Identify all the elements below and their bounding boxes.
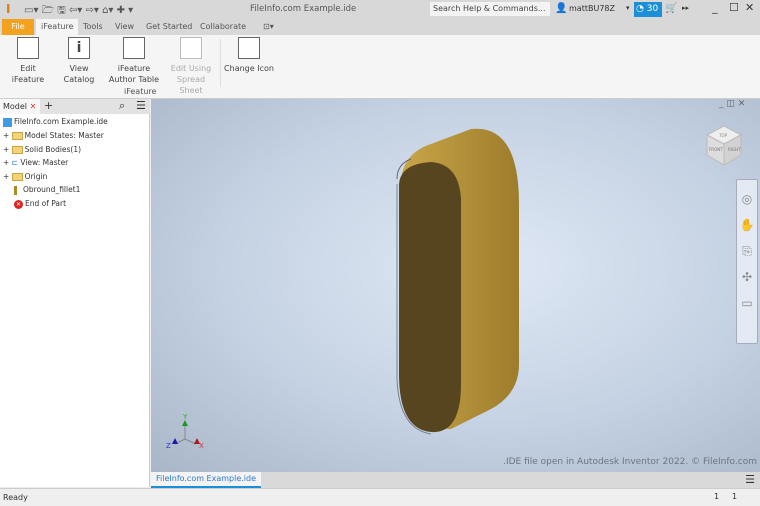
folder-icon: [11, 132, 23, 140]
tree-root[interactable]: FileInfo.com Example.ide: [3, 115, 108, 128]
change-icon-icon: [238, 37, 260, 59]
viewcube[interactable]: TOP FRONT RIGHT: [699, 121, 749, 171]
label: Obround_fillet1: [23, 185, 81, 194]
tree-item[interactable]: + Solid Bodies(1): [3, 143, 81, 156]
tab-get-started[interactable]: Get Started: [141, 19, 197, 35]
label: Edit Using Spread Sheet: [170, 64, 212, 95]
tab-ifeature[interactable]: iFeature: [36, 19, 79, 35]
edit-ifeature-icon: [17, 37, 39, 59]
viewcube-right[interactable]: RIGHT: [728, 147, 741, 152]
label: Edit iFeature: [11, 64, 45, 84]
cart-icon[interactable]: 🛒: [665, 3, 677, 14]
solid-bodies-icon: [11, 146, 23, 154]
label: iFeature Author Table: [108, 64, 160, 84]
edit-spreadsheet-button[interactable]: Edit Using Spread Sheet: [165, 37, 217, 96]
tab-file[interactable]: File: [2, 19, 34, 35]
feature-icon: [14, 185, 17, 195]
graphics-viewport[interactable]: _ ◫ ✕ TOP FRONT RIGHT ◎ ✋ ⎘ ✣ ▭ Y Z X .I…: [151, 99, 760, 472]
tree-item[interactable]: ✕ End of Part: [14, 197, 66, 210]
tab-label: Model: [3, 102, 28, 111]
pan-icon[interactable]: ✋: [737, 212, 757, 238]
search-input[interactable]: Search Help & Commands...: [430, 2, 550, 16]
ribbon-tabs: File iFeature Tools View Get Started Col…: [0, 19, 760, 35]
change-icon-button[interactable]: Change Icon: [224, 37, 274, 74]
folder-icon: [11, 173, 23, 181]
document-tab[interactable]: FileInfo.com Example.ide ✕: [151, 472, 261, 497]
tree-item[interactable]: + ⊏ View: Master: [3, 156, 68, 169]
viewport-controls[interactable]: _ ◫ ✕: [719, 99, 745, 109]
panel-label: iFeature: [124, 87, 157, 96]
obround-part: [396, 128, 519, 435]
orbit-icon[interactable]: ✣: [737, 264, 757, 290]
viewcube-top[interactable]: TOP: [718, 133, 728, 138]
navigation-bar: ◎ ✋ ⎘ ✣ ▭: [736, 179, 758, 344]
quick-access-toolbar[interactable]: ▭▾ 🗁 🖫 ⇦▾ ⇨▾ ⌂▾ ✚ ▾: [24, 3, 133, 20]
app-logo-icon: I: [6, 2, 11, 16]
menu-icon[interactable]: ☰: [136, 99, 146, 112]
zoom-icon[interactable]: ⎘: [737, 238, 757, 264]
status-count-2: 1: [732, 492, 738, 501]
ifeature-author-table-button[interactable]: iFeature Author Table: [105, 37, 163, 85]
label: Origin: [24, 172, 48, 181]
label: View: Master: [20, 158, 69, 167]
trial-days: 30: [646, 4, 659, 14]
z-axis-label: Z: [166, 442, 171, 450]
look-at-icon[interactable]: ▭: [737, 290, 757, 316]
part-icon: [3, 117, 12, 127]
close-button[interactable]: ✕: [745, 1, 754, 14]
add-tab-icon[interactable]: +: [44, 99, 53, 112]
clock-icon: ◔: [636, 4, 644, 14]
end-of-part-icon: ✕: [14, 199, 23, 209]
tab-tools[interactable]: Tools: [78, 19, 108, 35]
author-table-icon: [123, 37, 145, 59]
model-browser: Model ✕ + ⌕ ☰ FileInfo.com Example.ide +…: [0, 99, 150, 487]
view-catalog-button[interactable]: i View Catalog: [54, 37, 104, 85]
status-bar: Ready 1 1: [0, 488, 760, 506]
tab-label: FileInfo.com Example.ide: [156, 474, 257, 483]
user-icon: 👤: [555, 3, 568, 14]
spreadsheet-icon: [180, 37, 202, 59]
label: Change Icon: [224, 64, 274, 73]
search-icon[interactable]: ⌕: [119, 99, 125, 113]
viewcube-front[interactable]: FRONT: [709, 147, 723, 152]
status-count-1: 1: [714, 492, 720, 501]
close-icon[interactable]: ✕: [30, 102, 37, 111]
tab-model[interactable]: Model ✕: [0, 99, 40, 114]
title-bar: I ▭▾ 🗁 🖫 ⇦▾ ⇨▾ ⌂▾ ✚ ▾ FileInfo.com Examp…: [0, 0, 760, 19]
tree-item[interactable]: + Origin: [3, 170, 47, 183]
tree-item[interactable]: + Model States: Master: [3, 129, 104, 142]
user-dropdown-icon[interactable]: ▾: [626, 4, 630, 12]
y-axis-label: Y: [182, 413, 188, 421]
ribbon: Edit iFeature i View Catalog iFeature Aut…: [0, 35, 760, 99]
label: Solid Bodies(1): [24, 145, 82, 154]
divider: [220, 39, 221, 87]
catalog-icon: i: [68, 37, 90, 59]
minimize-button[interactable]: _: [712, 1, 718, 14]
tree-item[interactable]: Obround_fillet1: [14, 183, 80, 196]
axis-triad: Y Z X: [166, 413, 204, 450]
steering-wheel-icon[interactable]: ◎: [737, 186, 757, 212]
maximize-button[interactable]: ☐: [729, 1, 739, 14]
tab-view[interactable]: View: [110, 19, 139, 35]
ribbon-options-icon[interactable]: ⊡▾: [258, 19, 279, 35]
document-tabs: FileInfo.com Example.ide ✕ ☰: [151, 472, 760, 497]
window-title: FileInfo.com Example.ide: [250, 4, 357, 14]
x-axis-label: X: [199, 442, 204, 450]
watermark: .IDE file open in Autodesk Inventor 2022…: [503, 457, 757, 467]
tab-collaborate[interactable]: Collaborate: [195, 19, 251, 35]
tabs-menu-icon[interactable]: ☰: [745, 473, 755, 486]
label: End of Part: [25, 199, 67, 208]
more-icon[interactable]: ▸▸: [682, 4, 689, 12]
view-icon: ⊏: [11, 158, 18, 167]
trial-badge[interactable]: ◔ 30: [634, 2, 662, 17]
label: FileInfo.com Example.ide: [14, 117, 108, 126]
label: View Catalog: [63, 64, 95, 84]
edit-ifeature-button[interactable]: Edit iFeature: [4, 37, 52, 85]
label: Model States: Master: [24, 131, 104, 140]
browser-header: Model ✕ + ⌕ ☰: [0, 99, 150, 114]
user-name[interactable]: mattBU78Z: [569, 4, 615, 13]
status-text: Ready: [3, 493, 28, 502]
